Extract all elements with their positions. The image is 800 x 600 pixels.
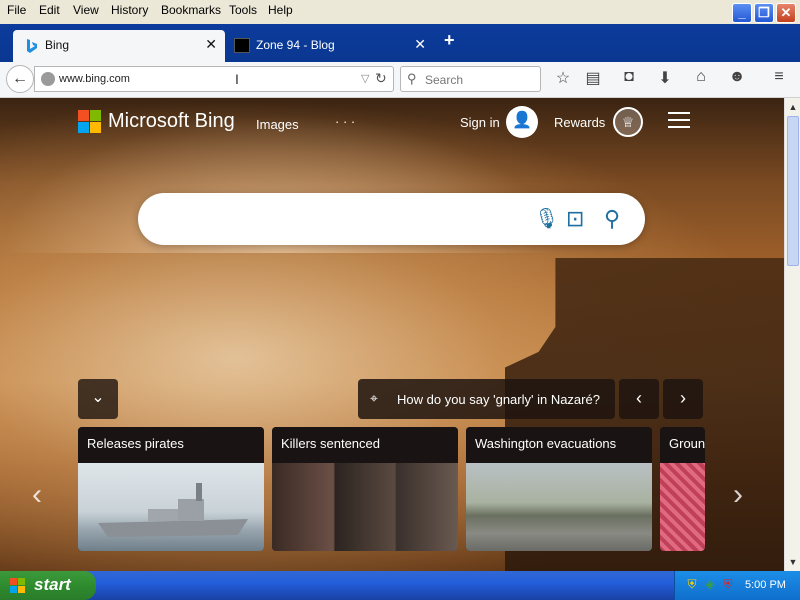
- search-icon[interactable]: ⚲: [604, 206, 620, 232]
- hamburger-menu-icon[interactable]: [668, 112, 690, 133]
- scroll-up-icon[interactable]: ▲: [786, 99, 800, 115]
- text-cursor-icon: I: [235, 71, 239, 87]
- smiley-icon[interactable]: ☻: [726, 68, 748, 86]
- news-card[interactable]: Releases pirates: [78, 427, 264, 551]
- menu-bar: File Edit View History Bookmarks Tools H…: [0, 0, 800, 24]
- tab-close-icon[interactable]: ✕: [205, 36, 217, 53]
- chevron-down-icon[interactable]: ⌄: [78, 379, 118, 419]
- system-tray: ⛨ ◈ ⛨ 5:00 PM: [674, 571, 800, 600]
- tab-close-icon[interactable]: ✕: [414, 36, 426, 53]
- zone94-favicon-icon: [234, 38, 250, 53]
- news-card-caption: Killers sentenced: [272, 427, 458, 463]
- start-label: start: [34, 575, 71, 594]
- microsoft-logo-icon: [78, 110, 89, 121]
- url-text: www.bing.com: [59, 73, 130, 85]
- visual-search-icon[interactable]: ⊡: [566, 206, 584, 232]
- menu-edit[interactable]: Edit: [39, 3, 60, 17]
- trophy-icon[interactable]: ♕: [613, 107, 643, 137]
- minimize-button[interactable]: _: [732, 3, 752, 23]
- bing-homepage: Microsoft Bing Images · · · Sign in 👤 Re…: [0, 98, 784, 571]
- microsoft-logo-icon: [78, 122, 89, 133]
- scroll-thumb[interactable]: [787, 116, 799, 266]
- tab-bing[interactable]: Bing ✕: [13, 30, 225, 62]
- globe-icon: [41, 72, 55, 86]
- next-image-button[interactable]: ›: [663, 379, 703, 419]
- news-card-image: [78, 463, 264, 551]
- news-card-caption: Washington evacuations: [466, 427, 652, 463]
- dropdown-icon[interactable]: ▽: [361, 72, 369, 85]
- security-shield-icon[interactable]: ⛨: [685, 577, 699, 591]
- trivia-question: How do you say 'gnarly' in Nazaré?: [397, 392, 600, 407]
- rewards-link[interactable]: Rewards: [554, 115, 605, 130]
- search-icon: ⚲: [407, 71, 417, 86]
- menu-history[interactable]: History: [111, 3, 148, 17]
- download-icon[interactable]: ⬇: [654, 68, 676, 88]
- search-placeholder: Search: [425, 73, 464, 87]
- news-card-image: [466, 463, 652, 551]
- start-button[interactable]: start: [0, 571, 96, 600]
- tab-zone94[interactable]: Zone 94 - Blog ✕: [226, 30, 434, 62]
- clock: 5:00 PM: [745, 579, 786, 591]
- reading-list-icon[interactable]: ▤: [582, 68, 604, 88]
- menu-view[interactable]: View: [73, 3, 99, 17]
- tab-title: Zone 94 - Blog: [256, 38, 335, 52]
- menu-file[interactable]: File: [7, 3, 26, 17]
- warship-image: [98, 483, 248, 537]
- news-card[interactable]: Killers sentenced: [272, 427, 458, 551]
- reload-icon[interactable]: ↻: [375, 70, 387, 87]
- url-bar[interactable]: www.bing.com I ▽ ↻: [34, 66, 394, 92]
- carousel-next-icon[interactable]: ›: [733, 478, 743, 512]
- sign-in-link[interactable]: Sign in: [460, 115, 500, 130]
- news-card-caption: Ground: [660, 427, 705, 463]
- new-tab-button[interactable]: +: [444, 30, 455, 51]
- maximize-button[interactable]: ❐: [754, 3, 774, 23]
- more-link[interactable]: · · ·: [335, 114, 355, 129]
- home-icon[interactable]: ⌂: [690, 68, 712, 86]
- windows-flag-icon: [10, 578, 25, 593]
- menu-icon[interactable]: ≡: [768, 68, 790, 86]
- vertical-scrollbar[interactable]: ▲ ▼: [784, 98, 800, 571]
- avatar-icon[interactable]: 👤: [506, 106, 538, 138]
- news-card-caption: Releases pirates: [78, 427, 264, 463]
- news-card-image: [660, 463, 705, 551]
- menu-help[interactable]: Help: [268, 3, 293, 17]
- bing-search-box[interactable]: 🎙 ⊡ ⚲: [138, 193, 645, 245]
- news-card[interactable]: Washington evacuations: [466, 427, 652, 551]
- taskbar: start ⛨ ◈ ⛨ 5:00 PM: [0, 571, 800, 600]
- menu-bookmarks[interactable]: Bookmarks: [161, 3, 221, 17]
- news-card[interactable]: Ground: [660, 427, 705, 551]
- network-icon[interactable]: ◈: [703, 577, 717, 591]
- microsoft-logo-icon: [90, 110, 101, 121]
- images-link[interactable]: Images: [256, 117, 299, 132]
- carousel-prev-icon[interactable]: ‹: [32, 478, 42, 512]
- tab-title: Bing: [45, 38, 70, 52]
- close-window-button[interactable]: ✕: [776, 3, 796, 23]
- bing-logo-icon: [27, 39, 37, 53]
- microsoft-logo-icon: [90, 122, 101, 133]
- back-button[interactable]: ←: [6, 65, 34, 93]
- menu-tools[interactable]: Tools: [229, 3, 257, 17]
- trivia-bar[interactable]: ⌖ How do you say 'gnarly' in Nazaré?: [358, 379, 615, 419]
- brand-name: Microsoft Bing: [108, 110, 235, 132]
- star-icon[interactable]: ☆: [552, 68, 574, 88]
- antivirus-icon[interactable]: ⛨: [721, 577, 735, 591]
- location-pin-icon: ⌖: [370, 390, 378, 406]
- search-input[interactable]: ⚲ Search: [400, 66, 541, 92]
- tab-strip: Bing ✕ Zone 94 - Blog ✕ +: [0, 24, 800, 62]
- navigation-bar: ← www.bing.com I ▽ ↻ ⚲ Search ☆ ▤ ◘ ⬇ ⌂ …: [0, 62, 800, 98]
- scroll-down-icon[interactable]: ▼: [786, 554, 800, 570]
- pocket-icon[interactable]: ◘: [618, 68, 640, 86]
- microphone-icon[interactable]: 🎙: [534, 206, 559, 231]
- previous-image-button[interactable]: ‹: [619, 379, 659, 419]
- news-card-image: [272, 463, 458, 551]
